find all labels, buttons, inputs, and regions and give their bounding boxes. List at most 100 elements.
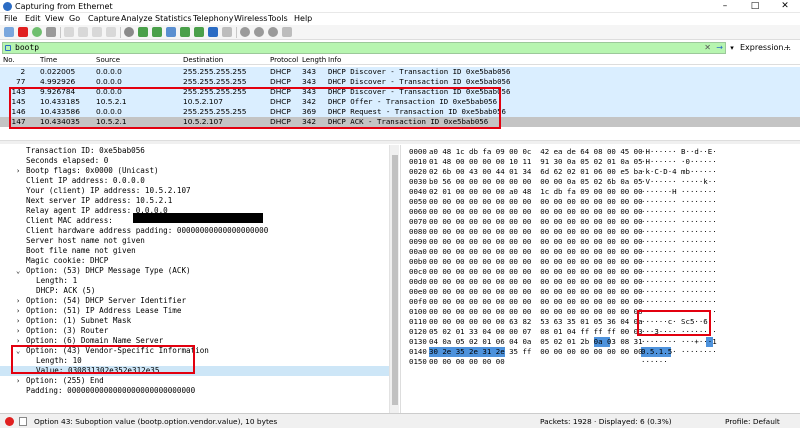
menu-help[interactable]: Help: [294, 14, 312, 24]
colorize-icon[interactable]: [222, 27, 232, 37]
status-profile[interactable]: Profile: Default: [725, 416, 780, 427]
menu-go[interactable]: Go: [69, 14, 80, 24]
first-packet-icon[interactable]: [180, 27, 190, 37]
add-filter-button[interactable]: +: [784, 42, 791, 54]
detail-row[interactable]: Transaction ID: 0xe5bab056: [0, 146, 390, 156]
expert-info-icon[interactable]: [5, 417, 14, 426]
hex-row[interactable]: 00a0 00 00 00 00 00 00 00 00 00 00 00 00 …: [401, 247, 800, 257]
collapsed-arrow-icon[interactable]: ›: [16, 316, 20, 326]
hex-row[interactable]: 0120 05 02 01 33 04 00 00 07 08 01 04 ff …: [401, 327, 800, 337]
detail-row[interactable]: Boot file name not given: [0, 246, 390, 256]
column-length[interactable]: Length: [302, 55, 326, 65]
hex-row[interactable]: 0050 00 00 00 00 00 00 00 00 00 00 00 00 …: [401, 197, 800, 207]
clear-filter-icon[interactable]: ✕: [704, 43, 711, 53]
collapsed-arrow-icon[interactable]: ›: [16, 166, 20, 176]
column-info[interactable]: Info: [328, 55, 341, 65]
collapsed-arrow-icon[interactable]: ›: [16, 296, 20, 306]
column-time[interactable]: Time: [40, 55, 57, 65]
menu-statistics[interactable]: Statistics: [155, 14, 192, 24]
hex-row[interactable]: 0140 30 2e 35 2e 31 2e 35 ff 00 00 00 00 …: [401, 347, 800, 357]
hex-row[interactable]: 00d0 00 00 00 00 00 00 00 00 00 00 00 00 …: [401, 277, 800, 287]
reload-icon[interactable]: [106, 27, 116, 37]
zoom-out-icon[interactable]: [254, 27, 264, 37]
collapsed-arrow-icon[interactable]: ›: [16, 306, 20, 316]
detail-row[interactable]: › Option: (255) End: [0, 376, 390, 386]
scrollbar-thumb[interactable]: [392, 155, 398, 405]
restart-capture-icon[interactable]: [32, 27, 42, 37]
column-destination[interactable]: Destination: [183, 55, 223, 65]
capture-options-icon[interactable]: [46, 27, 56, 37]
display-filter-input[interactable]: bootp ✕ →: [2, 42, 726, 54]
hex-row[interactable]: 0000 a0 48 1c db fa 09 00 0c 42 ea de 64 …: [401, 147, 800, 157]
apply-filter-icon[interactable]: →: [716, 43, 723, 53]
collapsed-arrow-icon[interactable]: ›: [16, 326, 20, 336]
hex-row[interactable]: 0090 00 00 00 00 00 00 00 00 00 00 00 00 …: [401, 237, 800, 247]
detail-row[interactable]: Your (client) IP address: 10.5.2.107: [0, 186, 390, 196]
close-file-icon[interactable]: [92, 27, 102, 37]
go-to-packet-icon[interactable]: [166, 27, 176, 37]
hex-row[interactable]: 0150 00 00 00 00 00 00 ······: [401, 357, 800, 367]
detail-row[interactable]: › Option: (51) IP Address Lease Time: [0, 306, 390, 316]
menu-capture[interactable]: Capture: [88, 14, 120, 24]
hex-row[interactable]: 0060 00 00 00 00 00 00 00 00 00 00 00 00 …: [401, 207, 800, 217]
menu-tools[interactable]: Tools: [268, 14, 288, 24]
hex-row[interactable]: 0030 b0 56 00 00 00 00 00 00 00 00 0a 05 …: [401, 177, 800, 187]
detail-row[interactable]: DHCP: ACK (5): [0, 286, 390, 296]
hex-row[interactable]: 0080 00 00 00 00 00 00 00 00 00 00 00 00 …: [401, 227, 800, 237]
save-file-icon[interactable]: [78, 27, 88, 37]
autoscroll-icon[interactable]: [208, 27, 218, 37]
packet-row[interactable]: 77 4.992926 0.0.0.0 255.255.255.255 DHCP 343 D…: [0, 77, 800, 87]
hex-row[interactable]: 0100 00 00 00 00 00 00 00 00 00 00 00 00 …: [401, 307, 800, 317]
menu-file[interactable]: File: [4, 14, 17, 24]
stop-capture-icon[interactable]: [18, 27, 28, 37]
menu-view[interactable]: View: [45, 14, 64, 24]
detail-row[interactable]: Next server IP address: 10.5.2.1: [0, 196, 390, 206]
hex-row[interactable]: 0020 02 6b 00 43 00 44 01 34 6d 62 02 01 …: [401, 167, 800, 177]
detail-row[interactable]: Magic cookie: DHCP: [0, 256, 390, 266]
menu-analyze[interactable]: Analyze: [121, 14, 153, 24]
detail-row[interactable]: Client hardware address padding: 0000000…: [0, 226, 390, 236]
hex-row[interactable]: 0040 02 01 00 00 00 00 a0 48 1c db fa 09 …: [401, 187, 800, 197]
close-button[interactable]: ✕: [770, 0, 800, 12]
zoom-in-icon[interactable]: [240, 27, 250, 37]
hex-row[interactable]: 0010 01 48 00 00 00 00 10 11 91 30 0a 05 …: [401, 157, 800, 167]
detail-row[interactable]: › Option: (1) Subnet Mask: [0, 316, 390, 326]
find-packet-icon[interactable]: [124, 27, 134, 37]
detail-row[interactable]: Padding: 0000000000000000000000000000: [0, 386, 390, 396]
collapsed-arrow-icon[interactable]: ›: [16, 376, 20, 386]
hex-row[interactable]: 0070 00 00 00 00 00 00 00 00 00 00 00 00 …: [401, 217, 800, 227]
go-back-icon[interactable]: [138, 27, 148, 37]
detail-row[interactable]: › Option: (54) DHCP Server Identifier: [0, 296, 390, 306]
filter-text[interactable]: bootp: [15, 43, 39, 53]
hex-row[interactable]: 00f0 00 00 00 00 00 00 00 00 00 00 00 00 …: [401, 297, 800, 307]
capture-comment-icon[interactable]: [19, 417, 27, 426]
filter-history-dropdown[interactable]: ▾: [728, 42, 736, 54]
maximize-button[interactable]: □: [740, 0, 770, 12]
expanded-arrow-icon[interactable]: ⌄: [16, 266, 20, 276]
packet-row[interactable]: 2 0.022005 0.0.0.0 255.255.255.255 DHCP 343 DH…: [0, 67, 800, 77]
column-source[interactable]: Source: [96, 55, 120, 65]
hex-row[interactable]: 00e0 00 00 00 00 00 00 00 00 00 00 00 00 …: [401, 287, 800, 297]
last-packet-icon[interactable]: [194, 27, 204, 37]
detail-row[interactable]: Seconds elapsed: 0: [0, 156, 390, 166]
details-scrollbar[interactable]: [389, 145, 399, 413]
detail-row[interactable]: Server host name not given: [0, 236, 390, 246]
hex-row[interactable]: 0110 00 00 00 00 00 00 63 82 53 63 35 01 …: [401, 317, 800, 327]
detail-row[interactable]: › Bootp flags: 0x0000 (Unicast): [0, 166, 390, 176]
pane-divider[interactable]: [0, 140, 800, 144]
detail-row[interactable]: Client IP address: 0.0.0.0: [0, 176, 390, 186]
start-capture-icon[interactable]: [4, 27, 14, 37]
open-file-icon[interactable]: [64, 27, 74, 37]
menu-telephony[interactable]: Telephony: [193, 14, 233, 24]
bookmark-icon[interactable]: [5, 45, 11, 51]
hex-row[interactable]: 00c0 00 00 00 00 00 00 00 00 00 00 00 00 …: [401, 267, 800, 277]
hex-row[interactable]: 0130 04 0a 05 02 01 06 04 0a 05 02 01 2b …: [401, 337, 800, 347]
detail-row[interactable]: › Option: (3) Router: [0, 326, 390, 336]
hex-row[interactable]: 00b0 00 00 00 00 00 00 00 00 00 00 00 00 …: [401, 257, 800, 267]
menu-edit[interactable]: Edit: [25, 14, 41, 24]
minimize-button[interactable]: –: [710, 0, 740, 12]
menu-wireless[interactable]: Wireless: [234, 14, 267, 24]
go-forward-icon[interactable]: [152, 27, 162, 37]
column-protocol[interactable]: Protocol: [270, 55, 298, 65]
normal-size-icon[interactable]: [268, 27, 278, 37]
